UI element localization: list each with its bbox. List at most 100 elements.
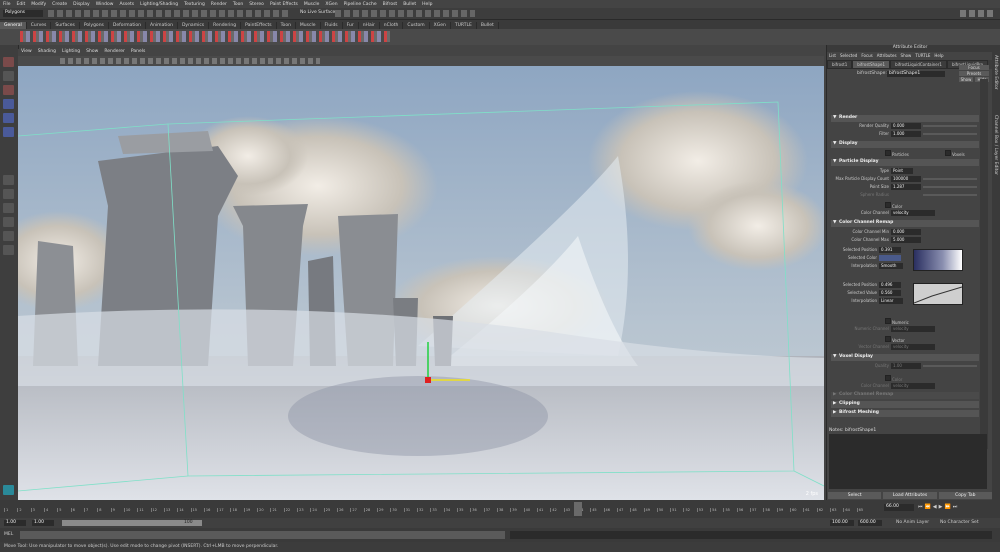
ae-menu-item-6[interactable]: Help	[932, 52, 945, 60]
cc-min-field[interactable]: 0.000	[891, 229, 921, 235]
point-size-field[interactable]: 1.287	[891, 184, 921, 190]
shelf-tab-5[interactable]: Animation	[146, 22, 178, 29]
layout-single-icon[interactable]	[3, 175, 14, 185]
menu-item-3[interactable]: Create	[49, 2, 70, 7]
max-count-field[interactable]: 100000	[891, 176, 921, 182]
shelf-tab-0[interactable]: General	[0, 22, 27, 29]
shelf-tab-3[interactable]: Polygons	[80, 22, 109, 29]
mel-label[interactable]: MEL	[4, 532, 13, 537]
section-render[interactable]: ▼ Render	[831, 115, 979, 122]
numeric-checkbox[interactable]: Numeric	[885, 318, 945, 325]
render-icons[interactable]	[335, 10, 475, 17]
render-quality-slider[interactable]	[923, 125, 977, 127]
shelf-tab-17[interactable]: TURTLE	[451, 22, 477, 29]
play-forward-icon[interactable]: ▶	[939, 504, 943, 511]
menu-item-10[interactable]: Toon	[230, 2, 246, 7]
menu-item-0[interactable]: File	[0, 2, 14, 7]
lasso-tool-icon[interactable]	[3, 71, 14, 81]
layout-hyper-icon[interactable]	[3, 245, 14, 255]
sel-val-field[interactable]: 0.560	[879, 290, 901, 296]
ae-button-0[interactable]: Select	[828, 492, 882, 499]
quality-field[interactable]: 1.00	[891, 363, 921, 369]
panel-menu-item-4[interactable]: Renderer	[101, 49, 128, 56]
time-slider[interactable]: 1 2 3 4 5 6 7 8 9 10 11 12 13 14 15 16 17 18 19 20 21 22 23 24 2…	[0, 500, 1000, 518]
play-back-icon[interactable]: ◀	[933, 504, 937, 511]
command-input[interactable]	[20, 531, 505, 539]
viewport[interactable]: 2 fps	[18, 66, 824, 500]
character-set-label[interactable]: No Character Set	[940, 520, 979, 525]
ae-button-2[interactable]: Copy Tab	[938, 492, 992, 499]
live-surface-label[interactable]: No Live Surface	[300, 10, 335, 15]
shelf-tab-18[interactable]: Bullet	[477, 22, 499, 29]
panel-menu-item-2[interactable]: Lighting	[59, 49, 83, 56]
filter-slider[interactable]	[923, 133, 977, 135]
quality-slider[interactable]	[923, 365, 977, 367]
voxel-color-checkbox[interactable]: Color	[885, 375, 945, 382]
ae-tab-1[interactable]: bifrostShape1	[852, 60, 891, 69]
shelf-tab-8[interactable]: PaintEffects	[241, 22, 277, 29]
sel-pos2-field[interactable]: 0.496	[879, 282, 901, 288]
section-meshing[interactable]: ▶ Bifrost Meshing	[831, 410, 979, 417]
shelf-tab-10[interactable]: Muscle	[296, 22, 321, 29]
menu-item-12[interactable]: Paint Effects	[267, 2, 301, 7]
step-forward-icon[interactable]: ⏩	[944, 504, 950, 511]
section-display[interactable]: ▼ Display	[831, 141, 979, 148]
ae-menu-item-4[interactable]: Show	[899, 52, 914, 60]
panel-menu-item-1[interactable]: Shading	[35, 49, 59, 56]
anim-end-field[interactable]: 600.00	[858, 520, 882, 526]
rotate-tool-icon[interactable]	[3, 113, 14, 123]
ae-menu-item-2[interactable]: Focus	[859, 52, 874, 60]
paint-select-icon[interactable]	[3, 85, 14, 95]
menu-item-7[interactable]: Lighting/Shading	[137, 2, 181, 7]
value-curve[interactable]	[913, 283, 963, 305]
section-voxel-display[interactable]: ▼ Voxel Display	[831, 354, 979, 361]
sphere-radius-slider[interactable]	[923, 194, 977, 196]
menu-set-dropdown[interactable]: Polygons	[3, 10, 43, 17]
range-bar[interactable]	[62, 520, 202, 526]
menu-item-13[interactable]: Muscle	[301, 2, 323, 7]
range-end-field[interactable]: 100.00	[830, 520, 854, 526]
menu-item-11[interactable]: Stereo	[246, 2, 267, 7]
vector-checkbox[interactable]: Vector	[885, 336, 945, 343]
notes-field[interactable]	[829, 434, 987, 489]
max-count-slider[interactable]	[923, 178, 977, 180]
menu-item-4[interactable]: Display	[70, 2, 93, 7]
ae-menu-item-1[interactable]: Selected	[838, 52, 859, 60]
go-end-icon[interactable]: ⏭	[953, 504, 958, 511]
layout-side-icon[interactable]	[3, 203, 14, 213]
shelf-tab-15[interactable]: Custom	[403, 22, 430, 29]
shelf-icons[interactable]	[20, 31, 390, 42]
anim-layer-label[interactable]: No Anim Layer	[896, 520, 929, 525]
menu-item-5[interactable]: Window	[93, 2, 117, 7]
menu-item-8[interactable]: Texturing	[181, 2, 208, 7]
menu-item-2[interactable]: Modify	[28, 2, 49, 7]
color-ramp[interactable]	[913, 249, 963, 271]
menu-item-18[interactable]: Help	[419, 2, 435, 7]
cc-max-field[interactable]: 5.000	[891, 237, 921, 243]
particles-checkbox[interactable]: Particles	[885, 150, 945, 157]
shelf-tab-14[interactable]: nCloth	[380, 22, 404, 29]
section-clipping[interactable]: ▶ Clipping	[831, 401, 979, 408]
render-quality-field[interactable]: 0.000	[891, 123, 921, 129]
ae-shape-field[interactable]: bifrostShape1	[887, 71, 945, 77]
ae-tab-0[interactable]: bifrost1	[827, 60, 853, 69]
range-inner-start-field[interactable]: 1.00	[32, 520, 54, 526]
ae-menu-item-0[interactable]: List	[827, 52, 838, 60]
interp-dropdown[interactable]: Smooth	[879, 263, 903, 269]
menu-item-1[interactable]: Edit	[14, 2, 29, 7]
ae-menu-item-3[interactable]: Attributes	[875, 52, 899, 60]
menu-item-16[interactable]: Bifrost	[380, 2, 401, 7]
move-tool-icon[interactable]	[3, 99, 14, 109]
shelf-tab-12[interactable]: Fur	[343, 22, 359, 29]
range-start-field[interactable]: 1.00	[4, 520, 26, 526]
shelf-tab-9[interactable]: Toon	[277, 22, 296, 29]
section-particle-display[interactable]: ▼ Particle Display	[831, 159, 979, 166]
shelf-tab-6[interactable]: Dynamics	[178, 22, 210, 29]
point-size-slider[interactable]	[923, 186, 977, 188]
side-tab-attribute-editor[interactable]: Attribute Editor	[993, 55, 998, 90]
panel-menu-item-5[interactable]: Panels	[128, 49, 148, 56]
menu-item-6[interactable]: Assets	[116, 2, 137, 7]
menu-item-14[interactable]: XGen	[322, 2, 340, 7]
go-start-icon[interactable]: ⏮	[918, 504, 923, 511]
menu-item-9[interactable]: Render	[208, 2, 230, 7]
